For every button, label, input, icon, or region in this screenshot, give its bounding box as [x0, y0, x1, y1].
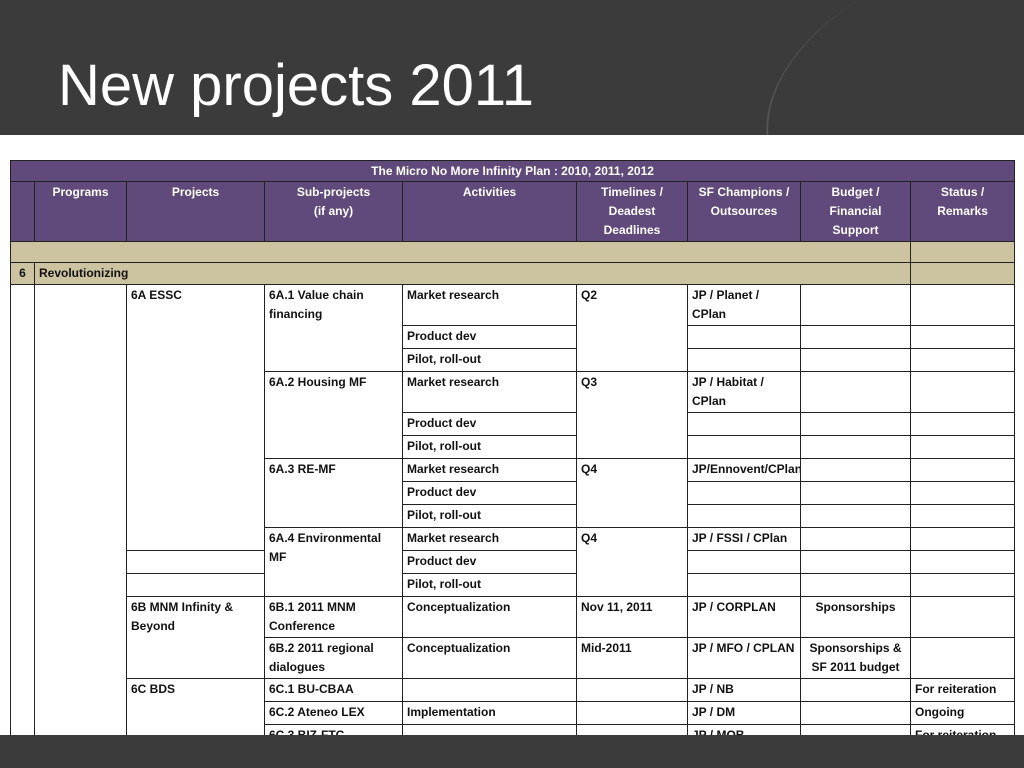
program-number: 6 [10, 262, 35, 285]
activity-cell: Product dev [402, 550, 577, 574]
champion-6b2: JP / MFO / CPLAN [687, 637, 801, 679]
header-activities: Activities [402, 181, 577, 242]
status-6c2: Ongoing [909, 701, 1016, 725]
table-row: Pilot, roll-out [11, 573, 1016, 597]
header-champions: SF Champions / Outsources [687, 181, 801, 242]
decorative-swoosh [730, 0, 1024, 135]
activity-cell: Product dev [402, 412, 577, 436]
timeline-6a1: Q2 [576, 284, 688, 372]
header-programs: Programs [34, 181, 127, 242]
table-row: 6B MNM Infinity & Beyond 6B.1 2011 MNM C… [11, 596, 1016, 679]
champion-6c2: JP / DM [687, 701, 801, 725]
timeline-6b1: Nov 11, 2011 [576, 596, 688, 638]
timeline-6b2: Mid-2011 [576, 637, 688, 679]
subproject-6a4: 6A.4 Environmental MF [264, 527, 403, 597]
program-name: Revolutionizing [34, 262, 911, 285]
subproject-6a2: 6A.2 Housing MF [264, 371, 403, 459]
timeline-6a3: Q4 [576, 458, 688, 528]
timeline-6a4: Q4 [576, 527, 688, 597]
project-6b: 6B MNM Infinity & Beyond [126, 596, 265, 679]
header-timelines: Timelines / Deadest Deadlines [576, 181, 688, 242]
champion-6b1: JP / CORPLAN [687, 596, 801, 638]
spacer-row [10, 241, 1016, 263]
activity-cell: Market research [402, 458, 577, 482]
footer-bar [0, 735, 1024, 768]
program-row: 6 Revolutionizing [10, 262, 1016, 285]
subproject-6b2: 6B.2 2011 regional dialogues [264, 637, 403, 679]
subproject-6c1: 6C.1 BU-CBAA [264, 678, 403, 702]
table-row: 6C BDS 6C.1 BU-CBAA JP / NB For reiterat… [11, 678, 1016, 748]
status-6c1: For reiteration [909, 678, 1016, 702]
header-budget: Budget / Financial Support [800, 181, 911, 242]
header-projects: Projects [126, 181, 265, 242]
header-number [10, 181, 35, 242]
champion-6a3: JP/Ennovent/CPlan [687, 458, 801, 482]
table-row: 6A ESSC 6A.1 Value chain financing Marke… [10, 284, 1016, 748]
activity-cell: Product dev [402, 481, 577, 505]
header-subprojects: Sub-projects (if any) [264, 181, 403, 242]
champion-6a4: JP / FSSI / CPlan [687, 527, 801, 551]
subproject-6a1: 6A.1 Value chain financing [264, 284, 403, 372]
activity-cell: Market research [402, 371, 577, 413]
table-row: Product dev [11, 550, 1016, 574]
activity-cell: Implementation [402, 701, 577, 725]
project-6a: 6A ESSC [126, 284, 265, 551]
timeline-6a2: Q3 [576, 371, 688, 459]
activity-cell: Conceptualization [402, 596, 577, 638]
subproject-6a3: 6A.3 RE-MF [264, 458, 403, 528]
table-caption: The Micro No More Infinity Plan : 2010, … [9, 160, 1016, 182]
title-bar: New projects 2011 [0, 0, 1024, 135]
activity-cell: Conceptualization [402, 637, 577, 679]
activity-cell: Product dev [402, 325, 577, 349]
activity-cell: Pilot, roll-out [402, 348, 577, 372]
activity-cell: Pilot, roll-out [402, 504, 577, 528]
slide-title: New projects 2011 [58, 53, 535, 118]
champion-6a1: JP / Planet / CPlan [687, 284, 801, 326]
activity-cell: Pilot, roll-out [402, 435, 577, 459]
activity-cell: Market research [402, 284, 577, 326]
champion-6c1: JP / NB [687, 678, 801, 702]
header-status: Status / Remarks [909, 181, 1016, 242]
plan-table: The Micro No More Infinity Plan : 2010, … [9, 160, 1016, 748]
champion-6a2: JP / Habitat / CPlan [687, 371, 801, 413]
budget-6b1: Sponsorships [800, 596, 911, 638]
budget-6b2: Sponsorships & SF 2011 budget [800, 637, 911, 679]
activity-cell: Pilot, roll-out [402, 573, 577, 597]
subproject-6c2: 6C.2 Ateneo LEX [264, 701, 403, 725]
activity-cell: Market research [402, 527, 577, 551]
subproject-6b1: 6B.1 2011 MNM Conference [264, 596, 403, 638]
